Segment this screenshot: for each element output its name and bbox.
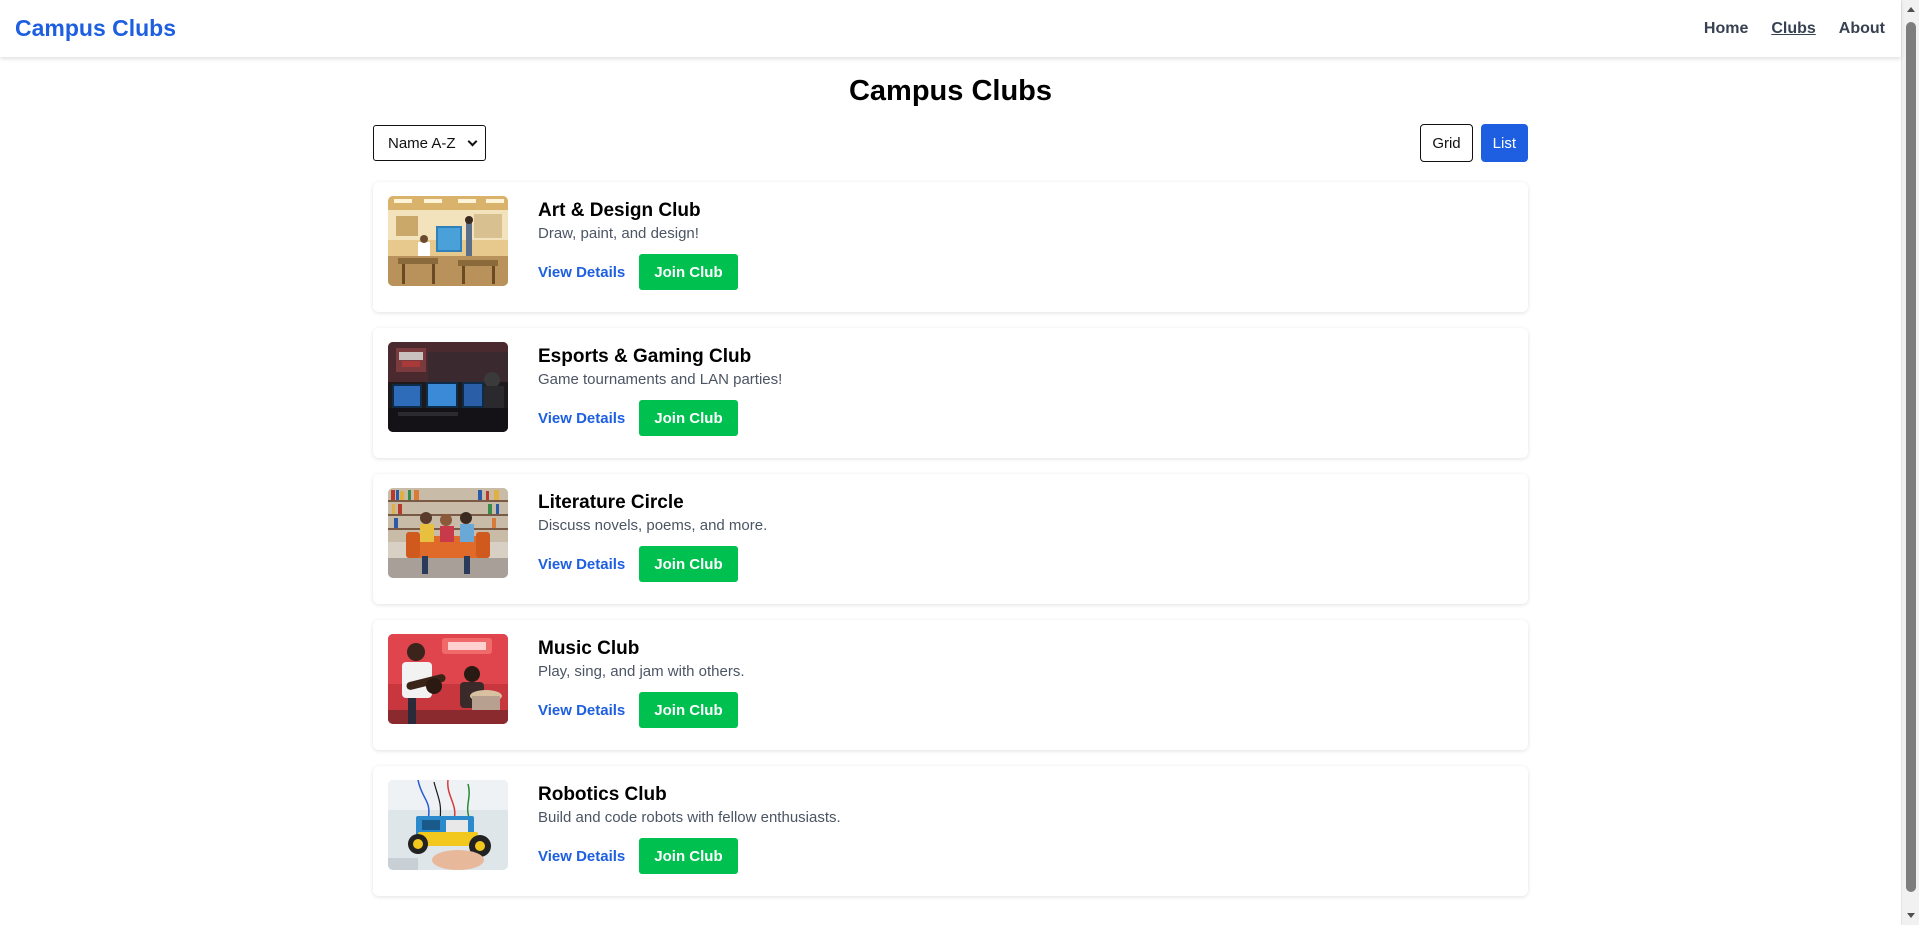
club-info: Music Club Play, sing, and jam with othe… bbox=[538, 634, 744, 728]
join-club-button[interactable]: Join Club bbox=[639, 400, 738, 436]
music-jam-photo[interactable] bbox=[388, 634, 508, 724]
page-scrollbar[interactable] bbox=[1901, 0, 1919, 925]
club-name: Literature Circle bbox=[538, 492, 684, 513]
club-actions: View Details Join Club bbox=[538, 254, 738, 290]
club-info: Robotics Club Build and code robots with… bbox=[538, 780, 841, 874]
sort-selected-value: Name A-Z bbox=[388, 134, 456, 152]
club-info: Esports & Gaming Club Game tournaments a… bbox=[538, 342, 782, 436]
list-view-button[interactable]: List bbox=[1480, 124, 1528, 162]
club-description: Play, sing, and jam with others. bbox=[538, 663, 745, 680]
view-details-link[interactable]: View Details bbox=[538, 556, 625, 573]
club-name: Esports & Gaming Club bbox=[538, 346, 752, 367]
club-card: Literature Circle Discuss novels, poems,… bbox=[373, 474, 1528, 604]
top-navbar: Campus Clubs Home Clubs About bbox=[0, 0, 1901, 57]
club-description: Game tournaments and LAN parties! bbox=[538, 371, 783, 388]
club-actions: View Details Join Club bbox=[538, 838, 841, 874]
club-description: Draw, paint, and design! bbox=[538, 225, 699, 242]
view-details-link[interactable]: View Details bbox=[538, 848, 625, 865]
club-list: Art & Design Club Draw, paint, and desig… bbox=[373, 182, 1528, 896]
list-controls: Name A-Z Grid List bbox=[373, 124, 1528, 162]
club-info: Art & Design Club Draw, paint, and desig… bbox=[538, 196, 738, 290]
sort-select[interactable]: Name A-Z bbox=[373, 125, 486, 161]
club-info: Literature Circle Discuss novels, poems,… bbox=[538, 488, 767, 582]
join-club-button[interactable]: Join Club bbox=[639, 546, 738, 582]
scroll-up-arrow-icon[interactable] bbox=[1907, 7, 1915, 12]
view-details-link[interactable]: View Details bbox=[538, 410, 625, 427]
join-club-button[interactable]: Join Club bbox=[639, 692, 738, 728]
grid-view-button[interactable]: Grid bbox=[1420, 124, 1473, 162]
club-card: Art & Design Club Draw, paint, and desig… bbox=[373, 182, 1528, 312]
brand-logo-link[interactable]: Campus Clubs bbox=[15, 15, 176, 42]
club-name: Music Club bbox=[538, 638, 640, 659]
view-toggle: Grid List bbox=[1420, 124, 1528, 162]
join-club-button[interactable]: Join Club bbox=[639, 254, 738, 290]
club-card: Robotics Club Build and code robots with… bbox=[373, 766, 1528, 896]
view-details-link[interactable]: View Details bbox=[538, 264, 625, 281]
art-studio-photo[interactable] bbox=[388, 196, 508, 286]
scroll-down-arrow-icon[interactable] bbox=[1907, 913, 1915, 918]
club-name: Robotics Club bbox=[538, 784, 667, 805]
page-title: Campus Clubs bbox=[848, 75, 1053, 107]
nav-link-home[interactable]: Home bbox=[1704, 20, 1748, 38]
view-details-link[interactable]: View Details bbox=[538, 702, 625, 719]
scrollbar-thumb[interactable] bbox=[1906, 22, 1916, 892]
join-club-button[interactable]: Join Club bbox=[639, 838, 738, 874]
club-actions: View Details Join Club bbox=[538, 400, 782, 436]
nav-link-about[interactable]: About bbox=[1839, 20, 1885, 38]
club-description: Discuss novels, poems, and more. bbox=[538, 517, 768, 534]
main-content: Campus Clubs Name A-Z Grid List Art & De… bbox=[373, 57, 1528, 912]
club-actions: View Details Join Club bbox=[538, 692, 744, 728]
gaming-setup-photo[interactable] bbox=[388, 342, 508, 432]
club-description: Build and code robots with fellow enthus… bbox=[538, 809, 841, 826]
robot-build-photo[interactable] bbox=[388, 780, 508, 870]
nav-links: Home Clubs About bbox=[1704, 20, 1885, 38]
club-actions: View Details Join Club bbox=[538, 546, 767, 582]
library-reading-photo[interactable] bbox=[388, 488, 508, 578]
club-card: Esports & Gaming Club Game tournaments a… bbox=[373, 328, 1528, 458]
club-card: Music Club Play, sing, and jam with othe… bbox=[373, 620, 1528, 750]
nav-link-clubs[interactable]: Clubs bbox=[1771, 20, 1815, 38]
chevron-down-icon bbox=[467, 136, 478, 147]
club-name: Art & Design Club bbox=[538, 200, 701, 221]
